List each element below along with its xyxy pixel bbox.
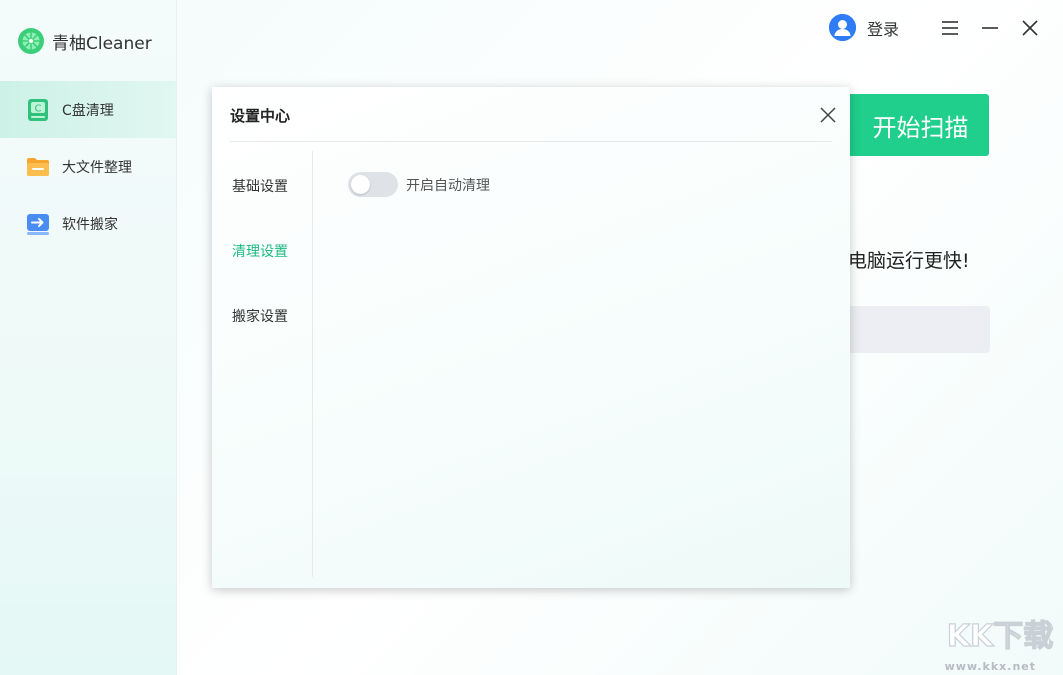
app-window: 青柚Cleaner C C盘清理 大文件整理 软件搬家 登录 开始扫描 电脑运行… <box>0 0 1063 675</box>
settings-menu: 基础设置 清理设置 搬家设置 <box>232 176 288 371</box>
tab-basic-settings[interactable]: 基础设置 <box>232 176 288 241</box>
tab-move-settings[interactable]: 搬家设置 <box>232 306 288 371</box>
disk-icon: C <box>26 98 50 122</box>
sidebar-item-c-drive-clean[interactable]: C C盘清理 <box>0 81 176 138</box>
dialog-close-icon[interactable] <box>818 105 838 125</box>
dialog-title: 设置中心 <box>230 107 291 125</box>
sidebar-item-label: 软件搬家 <box>62 216 118 233</box>
sidebar: 青柚Cleaner C C盘清理 大文件整理 软件搬家 <box>0 0 177 675</box>
progress-placeholder <box>840 306 990 353</box>
brand: 青柚Cleaner <box>18 28 152 54</box>
folder-icon <box>26 155 50 179</box>
login-link[interactable]: 登录 <box>867 16 899 40</box>
sidebar-item-software-move[interactable]: 软件搬家 <box>0 195 176 252</box>
sidebar-nav: C C盘清理 大文件整理 软件搬家 <box>0 81 176 252</box>
toggle-knob <box>351 175 370 194</box>
brand-name: 青柚Cleaner <box>52 33 152 54</box>
sidebar-item-label: 大文件整理 <box>62 159 132 176</box>
sidebar-item-large-files[interactable]: 大文件整理 <box>0 138 176 195</box>
sidebar-item-label: C盘清理 <box>62 102 114 119</box>
start-scan-button[interactable]: 开始扫描 <box>828 94 989 156</box>
dialog-side-divider <box>312 151 313 577</box>
title-bar: 登录 <box>828 14 1043 41</box>
pomelo-logo-icon <box>18 28 44 54</box>
dialog-divider <box>230 141 832 142</box>
auto-clean-label: 开启自动清理 <box>406 177 490 194</box>
slogan-text: 电脑运行更快! <box>848 250 970 272</box>
move-icon <box>26 212 50 236</box>
svg-text:KK下载: KK下载 <box>947 619 1054 654</box>
minimize-icon[interactable] <box>977 15 1003 41</box>
tab-clean-settings[interactable]: 清理设置 <box>232 241 288 306</box>
svg-text:C: C <box>35 103 42 114</box>
close-icon[interactable] <box>1017 15 1043 41</box>
menu-icon[interactable] <box>937 15 963 41</box>
kkx-watermark-logo-icon: KK下载 <box>941 615 1059 655</box>
watermark-url: www.kkx.net <box>944 660 1036 673</box>
auto-clean-setting: 开启自动清理 <box>348 172 490 197</box>
auto-clean-toggle[interactable] <box>348 172 398 197</box>
settings-dialog: 设置中心 基础设置 清理设置 搬家设置 开启自动清理 <box>212 87 850 588</box>
user-avatar-icon[interactable] <box>828 14 856 41</box>
